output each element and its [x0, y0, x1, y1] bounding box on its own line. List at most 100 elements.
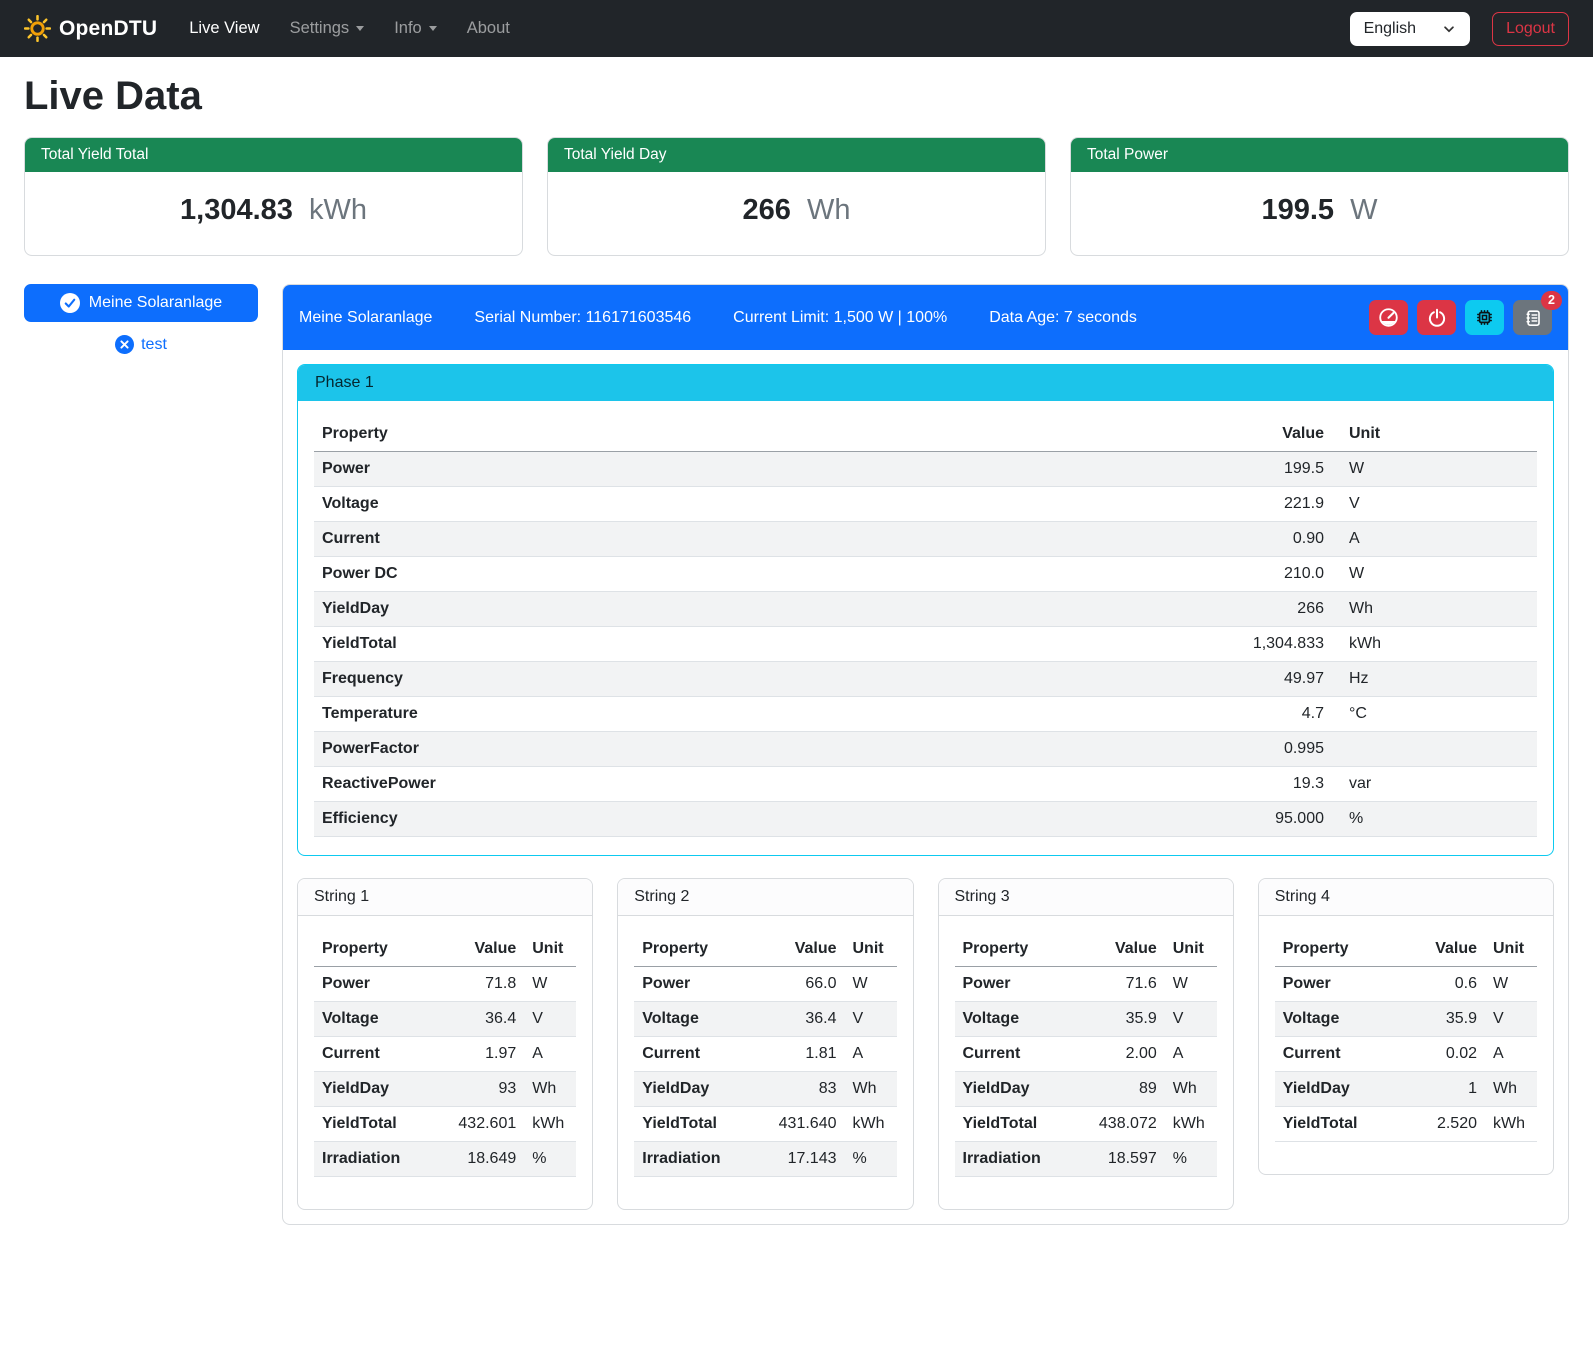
- nav-item-settings[interactable]: Settings: [290, 19, 365, 38]
- unit-cell: A: [1165, 1037, 1217, 1072]
- string-card-2: String 2 Property Value Unit: [617, 878, 913, 1210]
- string-card-body: Property Value Unit Power0.6WVoltage35.9…: [1259, 916, 1553, 1174]
- string-table: Property Value Unit Power66.0WVoltage36.…: [634, 932, 896, 1177]
- column-header-value: Value: [1083, 932, 1165, 967]
- summary-card-total-yield-total: Total Yield Total 1,304.83 kWh: [24, 137, 523, 256]
- value-cell: 71.6: [1083, 967, 1165, 1002]
- summary-card-body: 199.5 W: [1071, 172, 1568, 255]
- value-cell: 1,304.833: [1212, 627, 1332, 662]
- property-cell: Current: [634, 1037, 762, 1072]
- value-cell: 438.072: [1083, 1107, 1165, 1142]
- value-cell: 431.640: [763, 1107, 845, 1142]
- column-header-value: Value: [1212, 417, 1332, 452]
- property-cell: YieldTotal: [1275, 1107, 1403, 1142]
- table-row: ReactivePower19.3var: [314, 767, 1537, 802]
- inverter-action-buttons: 2: [1369, 300, 1552, 335]
- summary-card-title: Total Yield Day: [548, 138, 1045, 172]
- property-cell: Current: [314, 1037, 442, 1072]
- value-cell: 35.9: [1083, 1002, 1165, 1037]
- value-cell: 19.3: [1212, 767, 1332, 802]
- unit-cell: kWh: [1332, 627, 1537, 662]
- value-cell: 432.601: [442, 1107, 524, 1142]
- unit-cell: %: [524, 1142, 576, 1177]
- property-cell: YieldDay: [1275, 1072, 1403, 1107]
- property-cell: Power DC: [314, 557, 1212, 592]
- value-cell: 1.97: [442, 1037, 524, 1072]
- string-card-title: String 1: [298, 879, 592, 916]
- table-row: Power71.8W: [314, 967, 576, 1002]
- value-cell: 93: [442, 1072, 524, 1107]
- brand: OpenDTU: [24, 15, 157, 42]
- value-cell: 36.4: [763, 1002, 845, 1037]
- chevron-down-icon: [1442, 22, 1456, 36]
- value-cell: 199.5: [1212, 452, 1332, 487]
- unit-cell: W: [1485, 967, 1537, 1002]
- nav-item-info[interactable]: Info: [394, 19, 437, 38]
- value-cell: 83: [763, 1072, 845, 1107]
- table-row: YieldTotal431.640kWh: [634, 1107, 896, 1142]
- limit-settings-button[interactable]: [1369, 300, 1408, 335]
- value-cell: 17.143: [763, 1142, 845, 1177]
- summary-cards-row: Total Yield Total 1,304.83 kWh Total Yie…: [24, 137, 1569, 256]
- nav-item-live-view[interactable]: Live View: [189, 19, 259, 38]
- value-cell: 35.9: [1403, 1002, 1485, 1037]
- table-row: YieldDay89Wh: [955, 1072, 1217, 1107]
- x-circle-icon[interactable]: [115, 335, 134, 354]
- property-cell: PowerFactor: [314, 732, 1212, 767]
- string-table-head: Property Value Unit: [955, 932, 1217, 967]
- property-cell: Power: [955, 967, 1083, 1002]
- test-inverter-link[interactable]: test: [141, 336, 167, 354]
- table-header-row: Property Value Unit: [314, 417, 1537, 452]
- string-table-head: Property Value Unit: [1275, 932, 1537, 967]
- unit-cell: [1332, 732, 1537, 767]
- inverter-serial: Serial Number: 116171603546: [474, 309, 691, 327]
- summary-unit: W: [1350, 194, 1377, 226]
- property-cell: YieldTotal: [314, 1107, 442, 1142]
- language-select[interactable]: English: [1350, 12, 1470, 46]
- speedometer-icon: [1378, 307, 1399, 328]
- phase-panel-title: Phase 1: [298, 365, 1553, 401]
- value-cell: 66.0: [763, 967, 845, 1002]
- string-card-4: String 4 Property Value Unit: [1258, 878, 1554, 1175]
- nav-item-about[interactable]: About: [467, 19, 510, 38]
- table-row: YieldDay83Wh: [634, 1072, 896, 1107]
- property-cell: Power: [314, 967, 442, 1002]
- unit-cell: V: [1332, 487, 1537, 522]
- property-cell: YieldDay: [314, 592, 1212, 627]
- string-table-body: Power71.8WVoltage36.4VCurrent1.97AYieldD…: [314, 967, 576, 1177]
- table-row: YieldTotal438.072kWh: [955, 1107, 1217, 1142]
- string-table: Property Value Unit Power71.8WVoltage36.…: [314, 932, 576, 1177]
- property-cell: Temperature: [314, 697, 1212, 732]
- event-log-button[interactable]: 2: [1513, 300, 1552, 335]
- sun-icon: [24, 15, 51, 42]
- table-row: Current0.02A: [1275, 1037, 1537, 1072]
- navbar: OpenDTU Live View Settings Info About En…: [0, 0, 1593, 57]
- property-cell: Power: [314, 452, 1212, 487]
- property-cell: Current: [1275, 1037, 1403, 1072]
- inverter-data-age: Data Age: 7 seconds: [989, 309, 1137, 327]
- inverter-select-button[interactable]: Meine Solaranlage: [24, 284, 258, 322]
- property-cell: Irradiation: [314, 1142, 442, 1177]
- summary-card-title: Total Yield Total: [25, 138, 522, 172]
- column-header-property: Property: [314, 932, 442, 967]
- device-info-button[interactable]: [1465, 300, 1504, 335]
- unit-cell: V: [524, 1002, 576, 1037]
- string-card-title: String 3: [939, 879, 1233, 916]
- column-header-property: Property: [1275, 932, 1403, 967]
- summary-card-total-power: Total Power 199.5 W: [1070, 137, 1569, 256]
- property-cell: Voltage: [955, 1002, 1083, 1037]
- column-header-property: Property: [314, 417, 1212, 452]
- summary-value: 199.5: [1261, 194, 1334, 226]
- value-cell: 0.6: [1403, 967, 1485, 1002]
- unit-cell: W: [1332, 452, 1537, 487]
- table-header-row: Property Value Unit: [1275, 932, 1537, 967]
- table-row: Power71.6W: [955, 967, 1217, 1002]
- value-cell: 95.000: [1212, 802, 1332, 837]
- property-cell: Efficiency: [314, 802, 1212, 837]
- property-cell: Power: [634, 967, 762, 1002]
- column-header-unit: Unit: [845, 932, 897, 967]
- power-toggle-button[interactable]: [1417, 300, 1456, 335]
- logout-button[interactable]: Logout: [1492, 12, 1569, 46]
- brand-title: OpenDTU: [59, 17, 157, 41]
- column-header-value: Value: [763, 932, 845, 967]
